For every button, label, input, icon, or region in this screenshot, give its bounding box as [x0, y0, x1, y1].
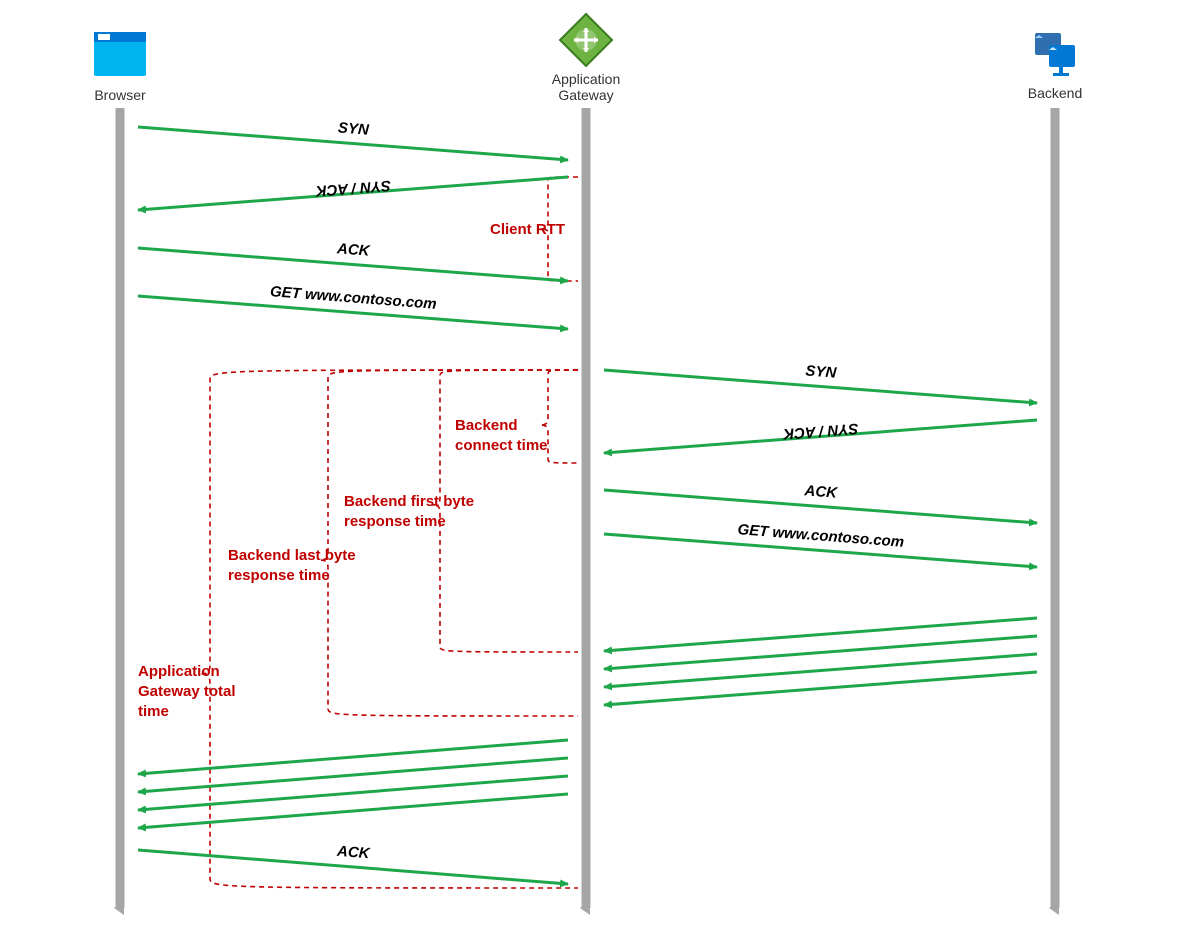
bracket-label-b3: Backend first byteresponse time [344, 493, 474, 530]
actor-label-browser: Browser [94, 87, 146, 103]
message-label-m17: ACK [335, 843, 371, 863]
bracket-b4 [320, 370, 578, 716]
message-arrow-m11 [604, 654, 1037, 687]
message-arrow-m12 [604, 672, 1037, 705]
message-arrow-m10 [604, 636, 1037, 669]
bracket-b3 [432, 370, 578, 652]
message-arrow-m15 [138, 776, 568, 810]
bracket-label-b4: Backend last byteresponse time [228, 547, 356, 584]
message-arrow-m9 [604, 618, 1037, 651]
browser-icon [94, 32, 146, 76]
message-arrow-m14 [138, 758, 568, 792]
message-label-m3: ACK [335, 240, 371, 260]
actor-label-gateway-line1: Application [552, 71, 621, 87]
message-label-m1: SYN [337, 119, 370, 138]
message-label-m5: SYN [805, 362, 838, 381]
actor-label-gateway-line2: Gateway [558, 87, 613, 103]
bracket-label-b2: Backendconnect time [455, 417, 548, 454]
application-gateway-icon [560, 14, 612, 66]
message-label-m2: SYN / ACK [314, 177, 392, 200]
bracket-label-b1: Client RTT [490, 221, 565, 238]
backend-icon [1035, 33, 1075, 76]
message-label-m6: SYN / ACK [782, 420, 860, 443]
bracket-label-b5: ApplicationGateway totaltime [138, 663, 236, 720]
message-label-m7: ACK [803, 482, 839, 502]
message-arrow-m16 [138, 794, 568, 828]
actor-label-backend: Backend [1028, 85, 1082, 101]
message-arrow-m13 [138, 740, 568, 774]
